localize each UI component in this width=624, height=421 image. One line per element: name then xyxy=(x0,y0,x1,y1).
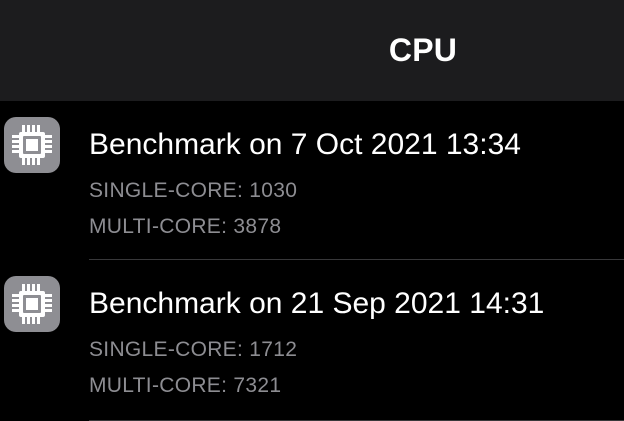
benchmark-list: Benchmark on 7 Oct 2021 13:34 SINGLE-COR… xyxy=(0,101,624,421)
navigation-bar: CPU xyxy=(0,0,624,101)
app-screen: CPU Benchmark on 7 Oct 2021 13:34 SINGLE… xyxy=(0,0,624,421)
multi-core-score: MULTI-CORE: 7321 xyxy=(89,374,282,397)
multi-core-score: MULTI-CORE: 3878 xyxy=(89,215,282,238)
benchmark-row[interactable]: Benchmark on 7 Oct 2021 13:34 SINGLE-COR… xyxy=(0,101,624,260)
benchmark-title: Benchmark on 7 Oct 2021 13:34 xyxy=(89,128,521,161)
cpu-chip-icon xyxy=(4,276,60,332)
cpu-chip-icon xyxy=(4,117,60,173)
single-core-score: SINGLE-CORE: 1712 xyxy=(89,338,298,361)
benchmark-title: Benchmark on 21 Sep 2021 14:31 xyxy=(89,287,545,320)
benchmark-row[interactable]: Benchmark on 21 Sep 2021 14:31 SINGLE-CO… xyxy=(0,260,624,421)
page-title: CPU xyxy=(388,32,458,68)
single-core-score: SINGLE-CORE: 1030 xyxy=(89,179,298,202)
